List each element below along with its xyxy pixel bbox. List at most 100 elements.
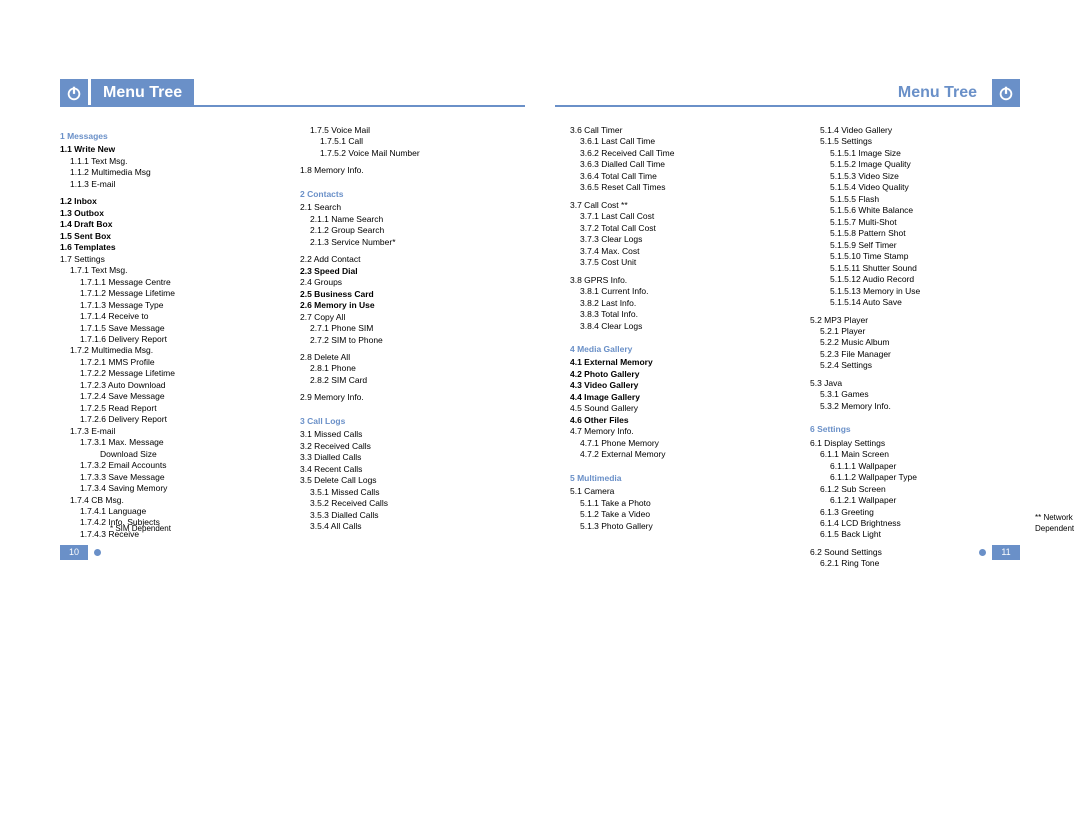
header-bar-right: Menu Tree bbox=[555, 80, 1020, 107]
menu-item: 1.7.4.2 Info. Subjects bbox=[80, 517, 270, 528]
menu-item: 1.3 Outbox bbox=[60, 208, 270, 219]
content-right: 3.6 Call Timer3.6.1 Last Call Time3.6.2 … bbox=[570, 125, 1020, 570]
menu-item: Download Size bbox=[100, 449, 270, 460]
page-spread: Menu Tree 1 Messages1.1 Write New1.1.1 T… bbox=[0, 0, 1080, 600]
menu-item: 1.7.2.1 MMS Profile bbox=[80, 357, 270, 368]
page-left: Menu Tree 1 Messages1.1 Write New1.1.1 T… bbox=[0, 0, 540, 600]
menu-item: 5.2.1 Player bbox=[820, 326, 1020, 337]
menu-item: 6.1.1 Main Screen bbox=[820, 449, 1020, 460]
menu-item: 5.1.5.3 Video Size bbox=[830, 171, 1020, 182]
menu-item: 2.1.1 Name Search bbox=[310, 214, 510, 225]
menu-item: 1.7.1.5 Save Message bbox=[80, 323, 270, 334]
menu-item: 1.2 Inbox bbox=[60, 196, 270, 207]
menu-item: 4.6 Other Files bbox=[570, 415, 780, 426]
menu-col-2: 1.7.5 Voice Mail1.7.5.1 Call1.7.5.2 Voic… bbox=[300, 125, 510, 540]
spacer bbox=[810, 412, 1020, 418]
menu-item: 2.8.1 Phone bbox=[310, 363, 510, 374]
menu-item: 1.7.1.3 Message Type bbox=[80, 300, 270, 311]
menu-item: 2.9 Memory Info. bbox=[300, 392, 510, 403]
menu-item: 1.7.2.5 Read Report bbox=[80, 403, 270, 414]
menu-item: 5.1.5.7 Multi-Shot bbox=[830, 217, 1020, 228]
menu-item: 4.7.1 Phone Memory bbox=[580, 438, 780, 449]
menu-item: 3.5.3 Dialled Calls bbox=[310, 510, 510, 521]
menu-item: 6.1.4 LCD Brightness bbox=[820, 518, 1020, 529]
menu-item: 3.8.2 Last Info. bbox=[580, 298, 780, 309]
menu-item: 5.2.2 Music Album bbox=[820, 337, 1020, 348]
menu-item: 5.1.3 Photo Gallery bbox=[580, 521, 780, 532]
page-title-right: Menu Tree bbox=[886, 79, 989, 107]
menu-item: 5.1.5.4 Video Quality bbox=[830, 182, 1020, 193]
menu-item: 3.5 Delete Call Logs bbox=[300, 475, 510, 486]
menu-item: 2.2 Add Contact bbox=[300, 254, 510, 265]
menu-item: 5.1.5.1 Image Size bbox=[830, 148, 1020, 159]
page-number-left: 10 bbox=[60, 545, 88, 560]
spacer bbox=[570, 461, 780, 467]
menu-item: 3.1 Missed Calls bbox=[300, 429, 510, 440]
menu-item: 5.2 MP3 Player bbox=[810, 315, 1020, 326]
menu-item: 1.7.1.4 Receive to bbox=[80, 311, 270, 322]
menu-item: 2.1.2 Group Search bbox=[310, 225, 510, 236]
menu-item: 2.8 Delete All bbox=[300, 352, 510, 363]
menu-item: 3.3 Dialled Calls bbox=[300, 452, 510, 463]
page-number-right: 11 bbox=[992, 545, 1020, 560]
menu-item: 6.1.2.1 Wallpaper bbox=[830, 495, 1020, 506]
menu-item: 3.6.5 Reset Call Times bbox=[580, 182, 780, 193]
menu-item: 1.5 Sent Box bbox=[60, 231, 270, 242]
menu-item: 2.5 Business Card bbox=[300, 289, 510, 300]
menu-item: 2.1 Search bbox=[300, 202, 510, 213]
menu-item: 1.4 Draft Box bbox=[60, 219, 270, 230]
menu-section-head: 6 Settings bbox=[810, 424, 1020, 435]
menu-item: 6.2 Sound Settings bbox=[810, 547, 1020, 558]
menu-item: 1.1 Write New bbox=[60, 144, 270, 155]
spacer bbox=[300, 404, 510, 410]
menu-item: 5.1.5.2 Image Quality bbox=[830, 159, 1020, 170]
menu-item: 1.7.1 Text Msg. bbox=[70, 265, 270, 276]
menu-item: 3.7.1 Last Call Cost bbox=[580, 211, 780, 222]
menu-item: 3.5.2 Received Calls bbox=[310, 498, 510, 509]
menu-item: 5.1 Camera bbox=[570, 486, 780, 497]
menu-item: 3.6.2 Received Call Time bbox=[580, 148, 780, 159]
menu-item: 5.1.5 Settings bbox=[820, 136, 1020, 147]
menu-item: 4.3 Video Gallery bbox=[570, 380, 780, 391]
menu-item: 3.7.2 Total Call Cost bbox=[580, 223, 780, 234]
menu-item: 1.7.3 E-mail bbox=[70, 426, 270, 437]
menu-item: 2.8.2 SIM Card bbox=[310, 375, 510, 386]
menu-item: 3.6 Call Timer bbox=[570, 125, 780, 136]
menu-item: 2.7.1 Phone SIM bbox=[310, 323, 510, 334]
menu-item: 5.1.5.13 Memory in Use bbox=[830, 286, 1020, 297]
menu-item: 1.7.2.4 Save Message bbox=[80, 391, 270, 402]
menu-item: 5.3.2 Memory Info. bbox=[820, 401, 1020, 412]
menu-item: 3.8.4 Clear Logs bbox=[580, 321, 780, 332]
menu-item: 6.1 Display Settings bbox=[810, 438, 1020, 449]
menu-item: 5.2.3 File Manager bbox=[820, 349, 1020, 360]
menu-section-head: 2 Contacts bbox=[300, 189, 510, 200]
menu-item: 5.1.5.11 Shutter Sound bbox=[830, 263, 1020, 274]
menu-item: 6.1.2 Sub Screen bbox=[820, 484, 1020, 495]
menu-item: 3.5.4 All Calls bbox=[310, 521, 510, 532]
menu-item: 2.7 Copy All bbox=[300, 312, 510, 323]
page-dot-left bbox=[94, 549, 101, 556]
menu-item: 5.1.2 Take a Video bbox=[580, 509, 780, 520]
content-left: 1 Messages1.1 Write New1.1.1 Text Msg.1.… bbox=[60, 125, 510, 540]
menu-item: 2.3 Speed Dial bbox=[300, 266, 510, 277]
page-title-left: Menu Tree bbox=[91, 79, 194, 107]
menu-item: 3.7.4 Max. Cost bbox=[580, 246, 780, 257]
menu-item: 2.4 Groups bbox=[300, 277, 510, 288]
menu-item: 3.5.1 Missed Calls bbox=[310, 487, 510, 498]
power-icon bbox=[60, 79, 88, 107]
menu-item: 5.1.5.8 Pattern Shot bbox=[830, 228, 1020, 239]
menu-item: 1.7.2 Multimedia Msg. bbox=[70, 345, 270, 356]
menu-item: 2.7.2 SIM to Phone bbox=[310, 335, 510, 346]
menu-item: 4.4 Image Gallery bbox=[570, 392, 780, 403]
header-bar-left: Menu Tree bbox=[60, 80, 525, 107]
menu-item: 5.1.5.9 Self Timer bbox=[830, 240, 1020, 251]
menu-item: 5.1.1 Take a Photo bbox=[580, 498, 780, 509]
menu-item: 5.3 Java bbox=[810, 378, 1020, 389]
menu-item: 6.1.1.1 Wallpaper bbox=[830, 461, 1020, 472]
menu-col-3: 3.6 Call Timer3.6.1 Last Call Time3.6.2 … bbox=[570, 125, 780, 570]
menu-item: 4.5 Sound Gallery bbox=[570, 403, 780, 414]
menu-item: 1.7.3.2 Email Accounts bbox=[80, 460, 270, 471]
power-icon bbox=[992, 79, 1020, 107]
menu-item: 6.1.3 Greeting bbox=[820, 507, 1020, 518]
menu-item: 1.1.2 Multimedia Msg bbox=[70, 167, 270, 178]
